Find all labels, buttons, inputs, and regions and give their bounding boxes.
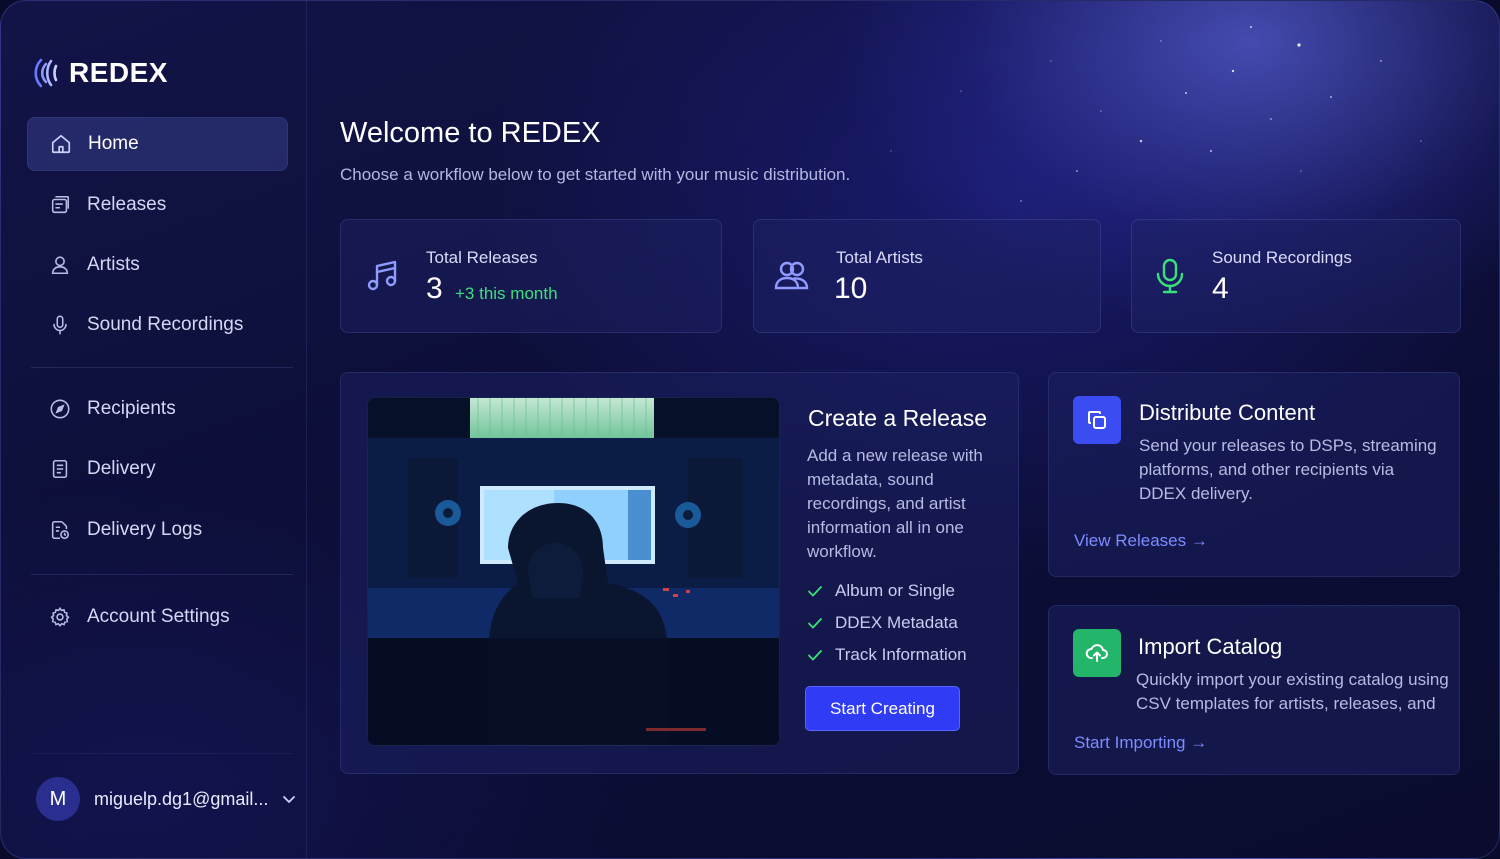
sidebar-item-label: Delivery (87, 458, 156, 479)
import-catalog-title: Import Catalog (1138, 634, 1283, 659)
stat-label: Sound Recordings (1212, 248, 1352, 267)
sidebar-item-home[interactable]: Home (27, 117, 288, 171)
sidebar-item-sound-recordings[interactable]: Sound Recordings (27, 298, 288, 352)
import-catalog-description: Quickly import your existing catalog usi… (1136, 670, 1449, 713)
sidebar-item-delivery[interactable]: Delivery (27, 442, 288, 496)
sidebar-item-label: Artists (87, 254, 140, 275)
stat-card-sound-recordings[interactable]: Sound Recordings 4 (1131, 219, 1461, 333)
check-item-label: Track Information (835, 645, 967, 664)
check-item-label: DDEX Metadata (835, 613, 958, 632)
logo-wave-icon (34, 58, 58, 88)
releases-icon (51, 195, 70, 214)
start-creating-button[interactable]: Start Creating (805, 686, 960, 731)
document-icon (52, 459, 68, 479)
sidebar-divider (31, 574, 293, 575)
sidebar-divider (31, 753, 293, 754)
sidebar-item-delivery-logs[interactable]: Delivery Logs (27, 503, 288, 557)
stat-value: 3 (426, 272, 443, 305)
sidebar-item-label: Recipients (87, 398, 176, 419)
create-release-description: Add a new release with metadata, sound r… (807, 446, 983, 561)
sidebar-item-account-settings[interactable]: Account Settings (27, 590, 288, 644)
user-icon (51, 256, 69, 275)
stat-label: Total Artists (836, 248, 923, 267)
brand-name: REDEX (69, 57, 168, 88)
user-email: miguelp.dg1@gmail... (94, 788, 269, 809)
check-icon (808, 586, 822, 597)
microphone-icon (1156, 258, 1184, 294)
check-icon (808, 650, 822, 661)
home-icon (51, 134, 71, 154)
check-item: DDEX Metadata (807, 613, 958, 633)
sidebar-divider (31, 367, 293, 368)
check-item: Album or Single (807, 581, 955, 601)
studio-image (367, 397, 780, 746)
view-releases-link[interactable]: View Releases → (1074, 531, 1208, 551)
stat-value: 4 (1212, 272, 1229, 305)
compass-icon (50, 399, 70, 419)
stat-trend: +3 this month (455, 284, 558, 303)
sidebar-item-label: Sound Recordings (87, 314, 244, 335)
stat-card-total-releases[interactable]: Total Releases 3 +3 this month (340, 219, 722, 333)
check-item: Track Information (807, 645, 967, 665)
log-icon (51, 520, 70, 540)
check-icon (808, 618, 822, 629)
sidebar-item-label: Delivery Logs (87, 519, 203, 540)
page-title: Welcome to REDEX (340, 117, 601, 149)
app-window: REDEX Home Releases Artists Sound Record (0, 0, 1500, 859)
music-note-icon (367, 260, 397, 291)
users-icon (774, 261, 809, 290)
sidebar: REDEX Home Releases Artists Sound Record (1, 1, 307, 858)
avatar: M (36, 777, 80, 821)
cloud-upload-icon (1073, 629, 1121, 677)
sidebar-item-releases[interactable]: Releases (27, 178, 288, 232)
brand-logo[interactable]: REDEX (33, 57, 168, 89)
sidebar-item-artists[interactable]: Artists (27, 238, 288, 292)
user-menu[interactable]: M miguelp.dg1@gmail... (36, 777, 296, 821)
sidebar-item-label: Home (88, 133, 139, 154)
chevron-down-icon[interactable] (282, 792, 296, 806)
stat-label: Total Releases (426, 248, 538, 267)
create-release-title: Create a Release (808, 405, 987, 431)
check-item-label: Album or Single (835, 581, 956, 600)
microphone-icon (53, 315, 67, 335)
page-subtitle: Choose a workflow below to get started w… (340, 165, 851, 184)
gear-icon (50, 606, 70, 627)
distribute-content-title: Distribute Content (1139, 400, 1316, 425)
start-importing-link[interactable]: Start Importing → (1074, 733, 1207, 753)
stat-card-total-artists[interactable]: Total Artists 10 (753, 219, 1101, 333)
sidebar-item-label: Releases (87, 194, 167, 215)
distribute-content-description: Send your releases to DSPs, streaming pl… (1139, 436, 1437, 503)
sidebar-item-recipients[interactable]: Recipients (27, 382, 288, 436)
copy-icon (1073, 396, 1121, 444)
stat-value: 10 (834, 272, 868, 305)
sidebar-item-label: Account Settings (87, 606, 230, 627)
